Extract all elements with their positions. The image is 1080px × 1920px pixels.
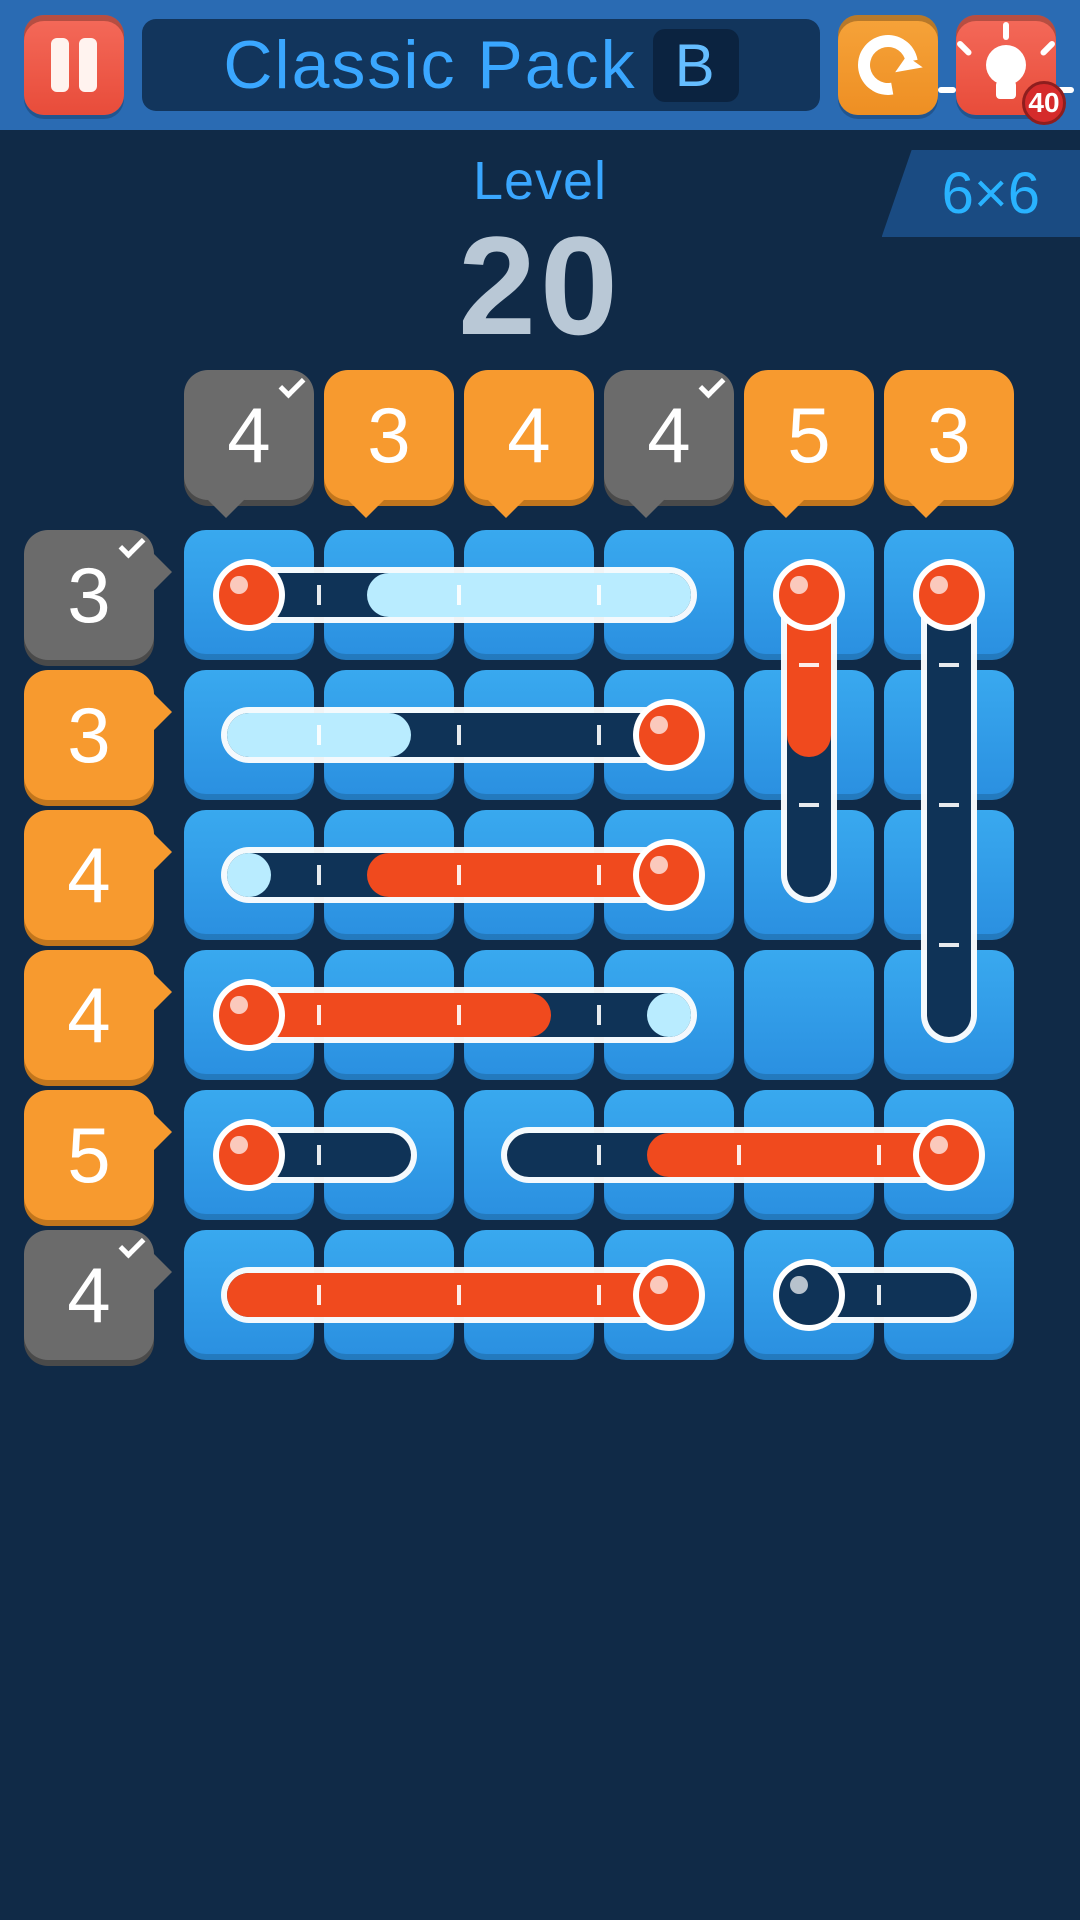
row-hint-0: 3 [24, 530, 154, 660]
cell-4-0[interactable] [744, 530, 874, 660]
pack-name: Classic Pack [223, 26, 636, 104]
cell-1-3[interactable] [324, 950, 454, 1080]
cell-5-4[interactable] [884, 1090, 1014, 1220]
cell-2-1[interactable] [464, 670, 594, 800]
level-number: 20 [0, 216, 1080, 356]
cell-0-0[interactable] [184, 530, 314, 660]
row-hint-4: 5 [24, 1090, 154, 1220]
col-hint-2: 4 [464, 370, 594, 500]
cell-5-2[interactable] [884, 810, 1014, 940]
row-hint-5: 4 [24, 1230, 154, 1360]
row-hints: 334454 [24, 530, 154, 1360]
undo-button[interactable] [838, 15, 938, 115]
cell-1-4[interactable] [324, 1090, 454, 1220]
cell-4-3[interactable] [744, 950, 874, 1080]
col-hint-4: 5 [744, 370, 874, 500]
cell-4-4[interactable] [744, 1090, 874, 1220]
cell-3-2[interactable] [604, 810, 734, 940]
cell-5-3[interactable] [884, 950, 1014, 1080]
cell-3-1[interactable] [604, 670, 734, 800]
col-hint-0: 4 [184, 370, 314, 500]
pause-button[interactable] [24, 15, 124, 115]
level-header: Level 20 6×6 [0, 150, 1080, 356]
row-hint-1: 3 [24, 670, 154, 800]
cell-3-3[interactable] [604, 950, 734, 1080]
cell-2-4[interactable] [464, 1090, 594, 1220]
cell-2-2[interactable] [464, 810, 594, 940]
bulb-icon [986, 45, 1026, 85]
cell-3-4[interactable] [604, 1090, 734, 1220]
top-bar: Classic Pack B 40 [0, 0, 1080, 130]
cell-0-4[interactable] [184, 1090, 314, 1220]
row-hint-2: 4 [24, 810, 154, 940]
cell-5-0[interactable] [884, 530, 1014, 660]
hint-count-badge: 40 [1022, 81, 1066, 125]
cell-4-5[interactable] [744, 1230, 874, 1360]
pack-letter: B [653, 29, 739, 102]
pack-title[interactable]: Classic Pack B [142, 19, 820, 111]
cell-2-0[interactable] [464, 530, 594, 660]
cell-1-0[interactable] [324, 530, 454, 660]
col-hint-1: 3 [324, 370, 454, 500]
column-hints: 434453 [184, 370, 1014, 500]
pause-icon [51, 38, 97, 92]
cell-5-1[interactable] [884, 670, 1014, 800]
col-hint-5: 3 [884, 370, 1014, 500]
cell-0-5[interactable] [184, 1230, 314, 1360]
cell-2-5[interactable] [464, 1230, 594, 1360]
cell-3-0[interactable] [604, 530, 734, 660]
cell-0-1[interactable] [184, 670, 314, 800]
hint-button[interactable]: 40 [956, 15, 1056, 115]
cell-1-5[interactable] [324, 1230, 454, 1360]
cell-5-5[interactable] [884, 1230, 1014, 1360]
cell-1-1[interactable] [324, 670, 454, 800]
cell-4-2[interactable] [744, 810, 874, 940]
cell-0-3[interactable] [184, 950, 314, 1080]
cell-2-3[interactable] [464, 950, 594, 1080]
grid[interactable] [184, 530, 1024, 1370]
cell-0-2[interactable] [184, 810, 314, 940]
cell-3-5[interactable] [604, 1230, 734, 1360]
cell-1-2[interactable] [324, 810, 454, 940]
col-hint-3: 4 [604, 370, 734, 500]
row-hint-3: 4 [24, 950, 154, 1080]
undo-icon [846, 23, 930, 107]
grid-size-chip[interactable]: 6×6 [882, 150, 1080, 237]
cell-4-1[interactable] [744, 670, 874, 800]
